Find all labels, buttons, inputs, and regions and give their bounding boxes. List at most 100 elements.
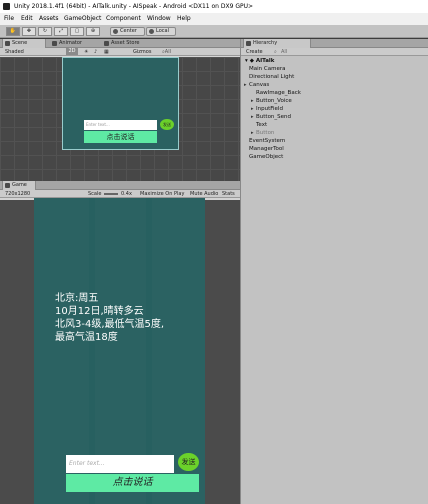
scene-tabstrip: Scene Animator Asset Store	[0, 39, 240, 48]
game-tab-icon	[5, 183, 10, 188]
expand-arrow-icon[interactable]: ▸	[251, 113, 254, 121]
message-input[interactable]: Enter text...	[66, 455, 174, 473]
toolbar: ✋ ✥ ↻ ⤢ ▢ ⊕ Center Local	[0, 25, 428, 38]
pivot-center-toggle[interactable]: Center	[110, 27, 145, 36]
scale-tool-button[interactable]: ⤢	[54, 27, 68, 36]
menu-component[interactable]: Component	[106, 13, 141, 25]
hierarchy-icon	[246, 41, 251, 46]
lighting-icon[interactable]: ☀	[84, 48, 88, 56]
hierarchy-item[interactable]: EventSystem	[249, 137, 285, 145]
unity-scene-icon: ◆	[249, 58, 254, 64]
move-tool-button[interactable]: ✥	[22, 27, 36, 36]
hierarchy-item-label: Button_Send	[256, 114, 292, 120]
shading-mode-dropdown[interactable]: Shaded	[5, 48, 24, 56]
hierarchy-item-label: EventSystem	[249, 138, 286, 144]
expand-arrow-icon[interactable]: ▸	[244, 81, 247, 89]
game-tabstrip: Game	[0, 181, 240, 190]
unity-logo-icon	[3, 3, 10, 10]
hierarchy-toolbar: Create ⌕ All	[241, 48, 428, 56]
hand-tool-button[interactable]: ✋	[6, 27, 20, 36]
hierarchy-item[interactable]: Main Camera	[249, 65, 285, 73]
space-label: Local	[156, 28, 169, 34]
rotate-icon: ↻	[42, 28, 48, 34]
hierarchy-item-label: Button_Voice	[256, 98, 292, 104]
tab-game[interactable]: Game	[2, 181, 36, 190]
2d-mode-toggle[interactable]: 2D	[66, 48, 78, 55]
hierarchy-tabstrip: Hierarchy	[241, 39, 428, 48]
resolution-dropdown[interactable]: 720x1280	[5, 190, 30, 198]
expand-arrow-icon[interactable]: ▸	[251, 129, 254, 137]
gizmos-dropdown[interactable]: Gizmos	[133, 48, 151, 56]
tab-hierarchy[interactable]: Hierarchy	[243, 39, 311, 48]
hierarchy-item-label: Directional Light	[249, 74, 295, 80]
hierarchy-item[interactable]: ▸ Button_Send	[251, 113, 292, 121]
hand-icon: ✋	[9, 28, 17, 34]
hierarchy-search-input[interactable]: All	[281, 48, 287, 56]
transform-tool-button[interactable]: ⊕	[86, 27, 100, 36]
hierarchy-item[interactable]: Directional Light	[249, 73, 294, 81]
menu-gameobject[interactable]: GameObject	[64, 13, 101, 25]
scene-search-icon[interactable]: ⌕All	[162, 48, 171, 56]
scene-voice-button: 点击说话	[84, 131, 157, 143]
scale-icon: ⤢	[58, 28, 63, 34]
scale-slider[interactable]	[104, 193, 118, 195]
scene-input-field: Enter text...	[84, 120, 157, 130]
pivot-icon	[113, 29, 118, 34]
hierarchy-item[interactable]: ▸ InputField	[251, 105, 283, 113]
rect-tool-button[interactable]: ▢	[70, 27, 84, 36]
hierarchy-item[interactable]: RawImage_Back	[256, 89, 301, 97]
tab-asset-store[interactable]: Asset Store	[102, 39, 162, 48]
window-title: Unity 2018.1.4f1 (64bit) - AITalk.unity …	[14, 3, 254, 10]
rotate-tool-button[interactable]: ↻	[38, 27, 52, 36]
transform-icon: ⊕	[90, 28, 96, 34]
pivot-label: Center	[120, 28, 137, 34]
hierarchy-item[interactable]: Text	[256, 121, 267, 129]
hierarchy-item[interactable]: ▸ Canvas	[244, 81, 270, 89]
weather-text: 北京:周五 10月12日,晴转多云 北风3-4级,最低气温5度, 最高气温18度	[55, 293, 165, 343]
scene-root-row[interactable]: ▾ ◆ AITalk	[245, 57, 274, 65]
menu-bar: File Edit Assets GameObject Component Wi…	[0, 13, 428, 25]
hierarchy-item-label: Main Camera	[249, 66, 286, 72]
title-bar: Unity 2018.1.4f1 (64bit) - AITalk.unity …	[0, 0, 428, 13]
create-dropdown[interactable]: Create	[246, 48, 263, 56]
game-control-bar: 720x1280 Scale 0.4x Maximize On Play Mut…	[0, 190, 240, 198]
maximize-on-play-toggle[interactable]: Maximize On Play	[140, 190, 184, 198]
hierarchy-item[interactable]: GameObject	[249, 153, 283, 161]
hierarchy-item-label: Canvas	[249, 82, 270, 88]
hierarchy-item-label: Button	[256, 130, 275, 136]
menu-help[interactable]: Help	[177, 13, 191, 25]
voice-button[interactable]: 点击说话	[66, 474, 199, 492]
hierarchy-item-label: GameObject	[249, 154, 284, 160]
hierarchy-item-label: ManagerTool	[249, 146, 284, 152]
expand-arrow-icon[interactable]: ▸	[251, 97, 254, 105]
move-icon: ✥	[26, 28, 32, 34]
animator-icon	[52, 41, 57, 46]
local-space-icon	[149, 29, 154, 34]
rect-icon: ▢	[74, 28, 80, 34]
stats-toggle[interactable]: Stats	[222, 190, 235, 198]
hierarchy-item[interactable]: ▸ Button_Voice	[251, 97, 292, 105]
menu-assets[interactable]: Assets	[39, 13, 59, 25]
audio-icon[interactable]: ♪	[94, 48, 97, 56]
expand-arrow-icon[interactable]: ▸	[251, 105, 254, 113]
send-button[interactable]: 发送	[178, 453, 199, 471]
scene-control-bar: Shaded 2D ☀ ♪ ▦ Gizmos ⌕All	[0, 48, 240, 56]
scale-value: 0.4x	[121, 191, 132, 197]
effects-icon[interactable]: ▦	[104, 48, 109, 56]
hierarchy-item-label: InputField	[256, 106, 283, 112]
tab-scene[interactable]: Scene	[2, 39, 46, 48]
scale-label: Scale	[88, 191, 102, 197]
asset-store-icon	[104, 41, 109, 46]
menu-file[interactable]: File	[4, 13, 14, 25]
space-local-toggle[interactable]: Local	[146, 27, 176, 36]
hierarchy-search-icon: ⌕	[274, 49, 277, 55]
hierarchy-item-label: Text	[256, 122, 268, 128]
scene-tab-icon	[5, 41, 10, 46]
mute-audio-toggle[interactable]: Mute Audio	[190, 190, 218, 198]
tab-animator[interactable]: Animator	[50, 39, 100, 48]
menu-edit[interactable]: Edit	[21, 13, 33, 25]
hierarchy-item[interactable]: ManagerTool	[249, 145, 284, 153]
menu-window[interactable]: Window	[147, 13, 171, 25]
hierarchy-item-label: RawImage_Back	[256, 90, 301, 96]
hierarchy-item[interactable]: ▸ Button	[251, 129, 275, 137]
